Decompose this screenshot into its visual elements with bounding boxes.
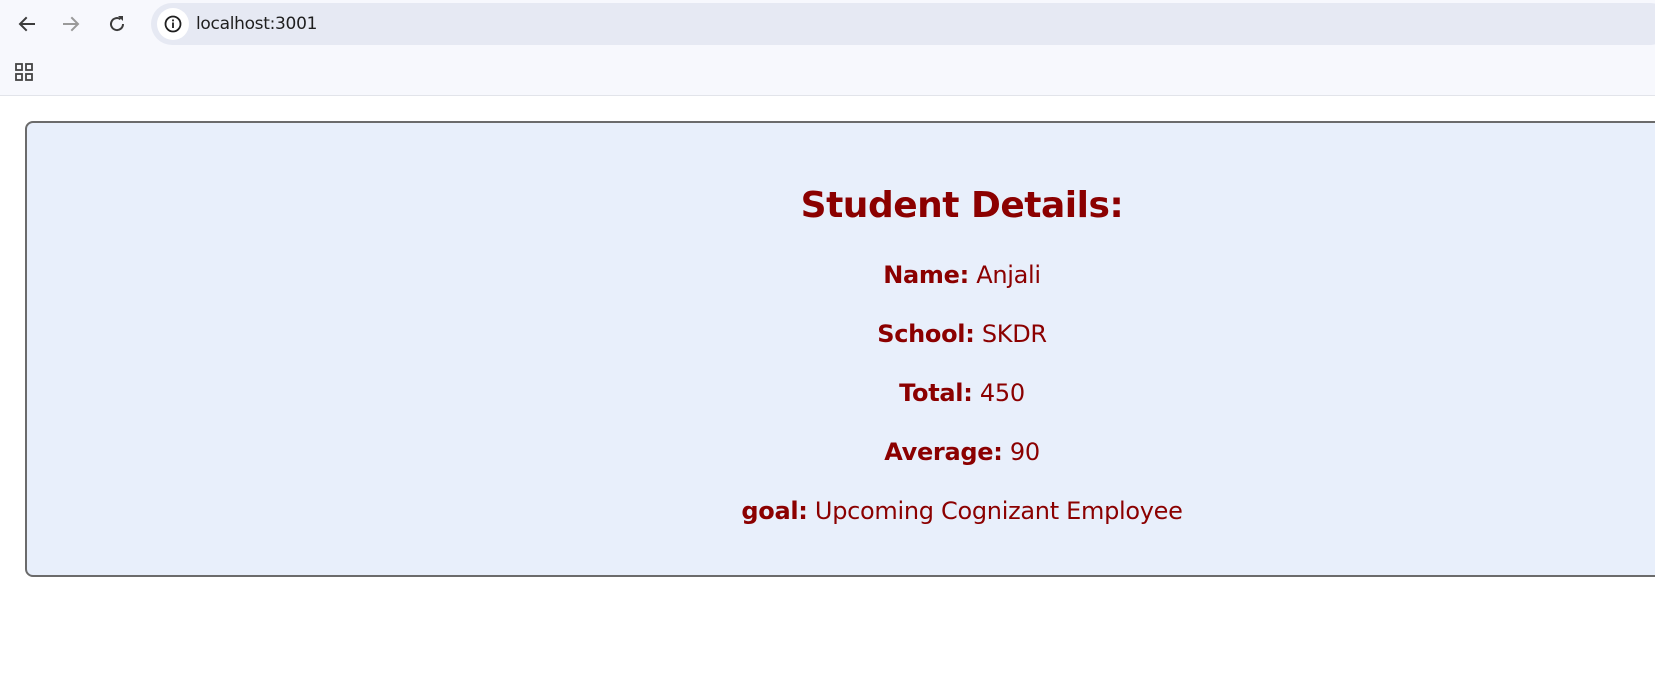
goal-value: Upcoming Cognizant Employee [814, 497, 1183, 525]
school-label: School: [877, 320, 975, 348]
total-label: Total: [899, 379, 973, 407]
school-row: School: SKDR [27, 320, 1655, 348]
reload-icon [110, 16, 125, 32]
apps-grid-icon [15, 63, 33, 81]
forward-arrow-icon [63, 16, 80, 32]
student-details-card: Student Details: Name: Anjali School: SK… [25, 121, 1655, 577]
school-value: SKDR [981, 320, 1047, 348]
site-info-button[interactable] [157, 8, 189, 40]
reload-button[interactable] [101, 8, 133, 40]
back-button[interactable] [11, 8, 43, 40]
bookmarks-bar [0, 48, 1655, 96]
average-label: Average: [884, 438, 1003, 466]
back-arrow-icon [18, 16, 35, 32]
total-value: 450 [979, 379, 1025, 407]
goal-label: goal: [741, 497, 808, 525]
goal-row: goal: Upcoming Cognizant Employee [27, 497, 1655, 525]
total-row: Total: 450 [27, 379, 1655, 407]
name-value: Anjali [976, 261, 1041, 289]
address-bar[interactable]: localhost:3001 [151, 3, 1655, 45]
page-title: Student Details: [800, 185, 1124, 226]
average-row: Average: 90 [27, 438, 1655, 466]
apps-button[interactable] [10, 58, 38, 86]
name-row: Name: Anjali [27, 261, 1655, 289]
forward-button[interactable] [55, 8, 87, 40]
name-label: Name: [883, 261, 969, 289]
average-value: 90 [1009, 438, 1040, 466]
url-text[interactable]: localhost:3001 [196, 3, 317, 45]
browser-toolbar: localhost:3001 [0, 0, 1655, 48]
info-icon [164, 15, 182, 33]
